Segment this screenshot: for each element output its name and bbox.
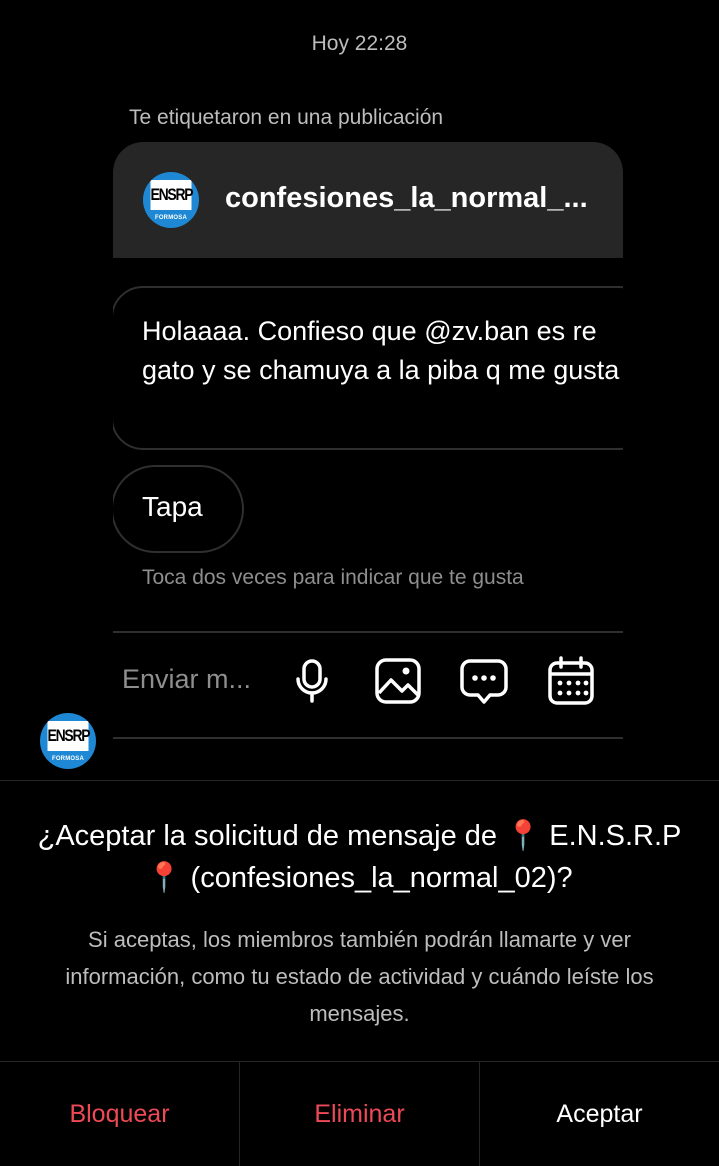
delete-button[interactable]: Eliminar xyxy=(240,1062,480,1166)
avatar-logo-text: ENSRP xyxy=(47,721,91,751)
message-bubble[interactable]: Holaaaa. Confieso que @zv.ban es re gato… xyxy=(113,286,623,450)
divider xyxy=(113,737,623,739)
message-input[interactable]: Enviar m... xyxy=(122,664,251,695)
avatar-logo-text: ENSRP xyxy=(150,180,194,210)
request-title: ¿Aceptar la solicitud de mensaje de 📍 E.… xyxy=(37,820,682,894)
request-actions: Bloquear Eliminar Aceptar xyxy=(0,1061,719,1166)
avatar-logo-subtext: FORMOSA xyxy=(154,215,188,221)
message-composer: Enviar m... xyxy=(113,633,623,737)
sender-avatar[interactable]: ENSRP FORMOSA xyxy=(40,713,96,769)
image-icon[interactable] xyxy=(372,655,424,707)
message-request-sheet: ¿Aceptar la solicitud de mensaje de 📍 E.… xyxy=(0,780,719,1166)
double-tap-hint: Toca dos veces para indicar que te gusta xyxy=(142,566,524,589)
shared-post-card[interactable]: ENSRP FORMOSA confesiones_la_normal_... … xyxy=(113,142,623,768)
avatar-logo-subtext: FORMOSA xyxy=(51,756,85,762)
account-name[interactable]: confesiones_la_normal_... xyxy=(225,182,595,215)
message-text: Holaaaa. Confieso que @zv.ban es re gato… xyxy=(142,316,620,385)
message-text: Tapa xyxy=(142,491,203,522)
account-avatar[interactable]: ENSRP FORMOSA xyxy=(143,172,199,228)
accept-button[interactable]: Aceptar xyxy=(480,1062,719,1166)
timestamp: Hoy 22:28 xyxy=(311,32,408,55)
request-description: Si aceptas, los miembros también podrán … xyxy=(65,927,654,1026)
microphone-icon[interactable] xyxy=(286,655,338,707)
chat-bubble-icon[interactable] xyxy=(458,655,510,707)
block-button[interactable]: Bloquear xyxy=(0,1062,240,1166)
message-bubble[interactable]: Tapa xyxy=(113,465,244,553)
post-header[interactable]: ENSRP FORMOSA confesiones_la_normal_... xyxy=(113,142,623,258)
tagged-label: Te etiquetaron en una publicación xyxy=(129,106,444,129)
calendar-icon[interactable] xyxy=(545,655,597,707)
